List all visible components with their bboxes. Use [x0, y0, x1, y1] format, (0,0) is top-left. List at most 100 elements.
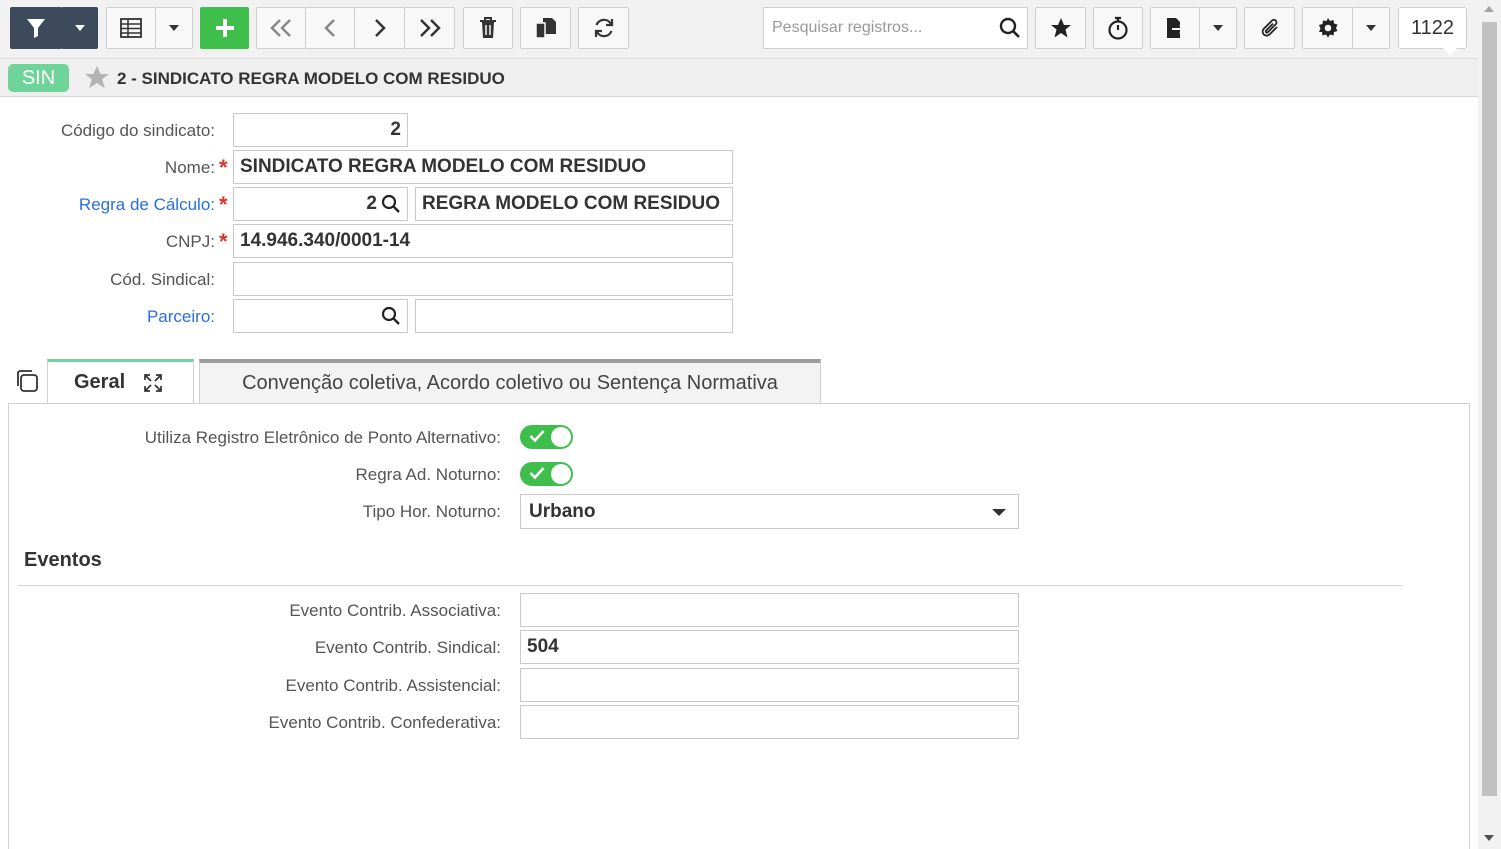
evento-associativa-field[interactable] [520, 593, 1019, 627]
copy-icon [534, 18, 556, 39]
add-record-button[interactable] [200, 7, 249, 49]
caret-down-icon [169, 25, 179, 31]
toolbar: 1122 [0, 0, 1478, 58]
timer-button[interactable] [1093, 7, 1143, 49]
rep-alternativo-label: Utiliza Registro Eletrônico de Ponto Alt… [144, 428, 501, 447]
filter-dropdown-button[interactable] [61, 7, 98, 49]
record-count: 1122 [1398, 7, 1467, 56]
codigo-label: Código do sindicato: [60, 121, 215, 140]
nome-label: Nome: [164, 158, 215, 177]
parceiro-code-field[interactable] [233, 299, 408, 333]
caret-down-icon [1366, 25, 1376, 31]
evento-confederativa-field[interactable] [520, 705, 1019, 739]
caret-down-icon [74, 25, 85, 31]
check-icon [529, 430, 545, 443]
required-mark: * [219, 229, 228, 254]
copy-tab-icon[interactable] [14, 368, 39, 393]
tab-convencao-label: Convenção coletiva, Acordo coletivo ou S… [242, 371, 778, 394]
double-chevron-left-icon [270, 19, 291, 37]
parceiro-link[interactable]: Parceiro: [147, 307, 215, 327]
double-chevron-right-icon [419, 19, 441, 37]
previous-record-button[interactable] [305, 7, 355, 49]
tab-geral[interactable]: Geral [47, 359, 194, 403]
tab-geral-label: Geral [74, 371, 126, 393]
evento-assistencial-field[interactable] [520, 668, 1019, 702]
file-export-icon [1167, 18, 1186, 38]
export-dropdown[interactable] [1199, 7, 1237, 49]
regra-calculo-desc-field[interactable]: REGRA MODELO COM RESIDUO [415, 187, 733, 221]
required-mark: * [219, 155, 228, 180]
evento-confederativa-label: Evento Contrib. Confederativa: [268, 713, 501, 732]
rep-alternativo-toggle[interactable] [520, 425, 573, 449]
required-mark: * [219, 192, 228, 217]
tipo-hor-noturno-value: Urbano [529, 500, 596, 522]
scroll-down-arrow-icon[interactable] [1484, 835, 1494, 841]
regra-calculo-link[interactable]: Regra de Cálculo: [79, 195, 215, 215]
search-icon[interactable] [381, 194, 401, 214]
cod-sindical-field[interactable] [233, 262, 733, 296]
parceiro-desc-field[interactable] [415, 299, 733, 333]
last-record-button[interactable] [404, 7, 455, 49]
cnpj-label: CNPJ: [165, 232, 215, 251]
tab-convencao[interactable]: Convenção coletiva, Acordo coletivo ou S… [199, 359, 821, 403]
chevron-left-icon [324, 19, 335, 37]
refresh-button[interactable] [578, 7, 629, 49]
settings-dropdown[interactable] [1352, 7, 1390, 49]
section-divider [18, 585, 1403, 586]
scroll-up-arrow-icon[interactable] [1484, 6, 1494, 12]
regra-noturno-toggle[interactable] [520, 462, 573, 486]
evento-sindical-field[interactable]: 504 [520, 630, 1019, 664]
vertical-scrollbar[interactable] [1478, 0, 1501, 849]
gear-icon [1318, 18, 1337, 38]
grid-view-button[interactable] [106, 7, 156, 49]
caret-down-icon [992, 509, 1006, 516]
attachment-button[interactable] [1244, 7, 1295, 49]
eventos-section-title: Eventos [24, 549, 102, 571]
grid-icon [120, 18, 142, 38]
settings-button[interactable] [1302, 7, 1353, 49]
search-box [763, 7, 1028, 49]
plus-icon [215, 19, 234, 37]
delete-button[interactable] [463, 7, 513, 49]
toggle-knob [551, 427, 571, 447]
record-form: Código do sindicato: 2 Nome: * SINDICATO… [0, 97, 1478, 849]
favorites-button[interactable] [1035, 7, 1086, 49]
evento-sindical-label: Evento Contrib. Sindical: [314, 638, 501, 657]
trash-icon [480, 17, 496, 38]
expand-icon[interactable] [143, 373, 163, 393]
chevron-right-icon [374, 19, 386, 37]
title-bar: SIN 2 - SINDICATO REGRA MODELO COM RESID… [0, 58, 1478, 97]
export-button[interactable] [1150, 7, 1200, 49]
duplicate-button[interactable] [520, 7, 571, 49]
tipo-hor-noturno-select[interactable]: Urbano [520, 494, 1019, 529]
evento-assistencial-label: Evento Contrib. Assistencial: [285, 676, 501, 695]
entity-badge: SIN [8, 64, 69, 92]
caret-down-icon [1213, 25, 1223, 31]
regra-calculo-code-field[interactable]: 2 [233, 187, 408, 221]
filter-button[interactable] [10, 7, 62, 49]
regra-noturno-label: Regra Ad. Noturno: [355, 465, 501, 484]
codigo-field[interactable]: 2 [233, 113, 408, 147]
search-icon[interactable] [381, 306, 401, 326]
stopwatch-icon [1108, 16, 1128, 40]
star-icon[interactable] [84, 65, 110, 90]
toggle-knob [551, 464, 571, 484]
tipo-hor-noturno-label: Tipo Hor. Noturno: [362, 502, 501, 521]
filter-icon [27, 19, 45, 38]
refresh-icon [594, 18, 613, 38]
star-icon [1050, 18, 1071, 38]
nome-field[interactable]: SINDICATO REGRA MODELO COM RESIDUO [233, 150, 733, 184]
search-input[interactable] [770, 18, 995, 38]
next-record-button[interactable] [354, 7, 405, 49]
scroll-thumb[interactable] [1482, 22, 1497, 796]
cnpj-field[interactable]: 14.946.340/0001-14 [233, 224, 733, 258]
evento-associativa-label: Evento Contrib. Associativa: [289, 601, 501, 620]
grid-view-dropdown[interactable] [155, 7, 193, 49]
first-record-button[interactable] [256, 7, 306, 49]
check-icon [529, 467, 545, 480]
page-title: 2 - SINDICATO REGRA MODELO COM RESIDUO [117, 69, 505, 88]
search-icon[interactable] [999, 17, 1021, 39]
paperclip-icon [1261, 18, 1278, 37]
cod-sindical-label: Cód. Sindical: [110, 270, 215, 289]
regra-calculo-code: 2 [366, 193, 377, 214]
